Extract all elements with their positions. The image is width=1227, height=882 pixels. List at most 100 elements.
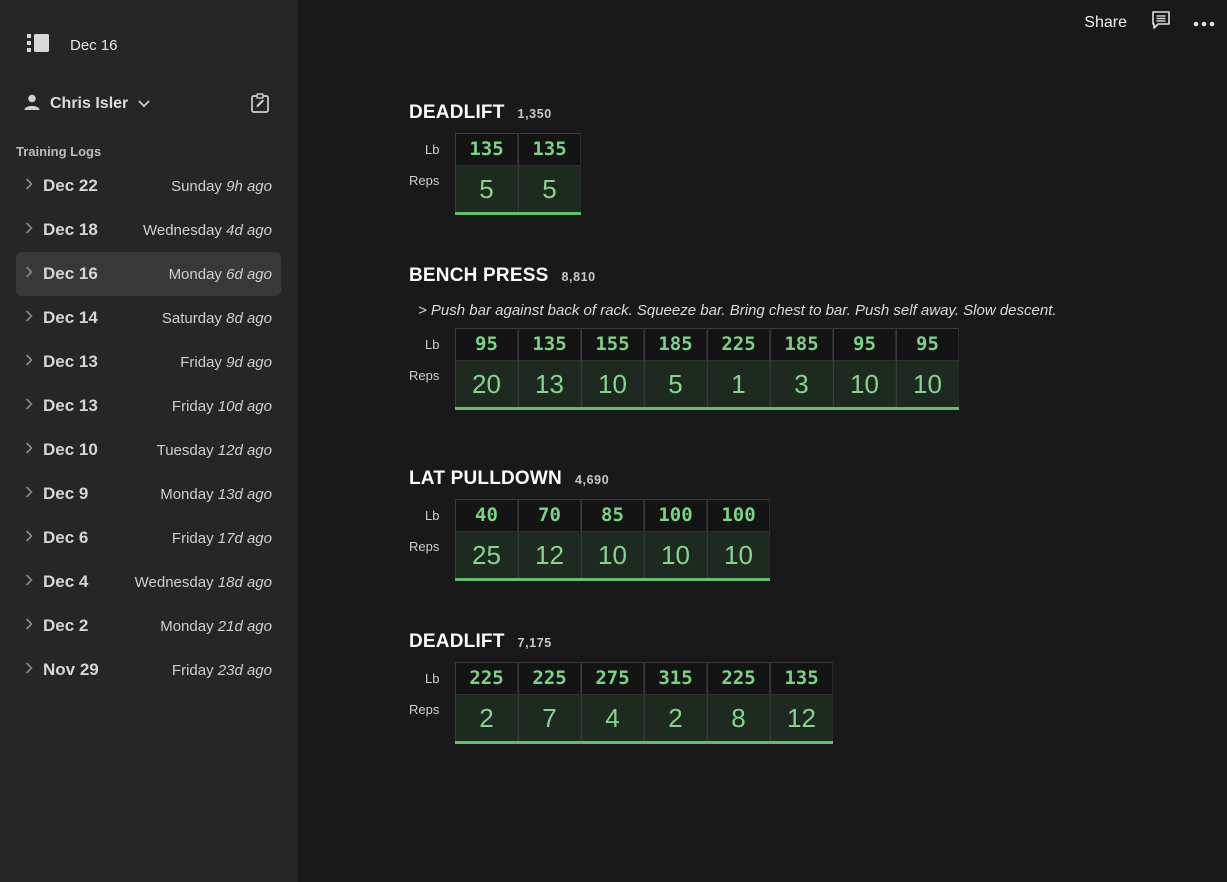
set-cell[interactable]: 275 4	[581, 662, 644, 741]
set-weight[interactable]: 225	[708, 662, 769, 695]
set-weight[interactable]: 155	[582, 328, 643, 361]
log-relative-time: Tuesday 12d ago	[157, 442, 272, 459]
sidebar-log-item[interactable]: Dec 2 Monday 21d ago	[16, 604, 281, 648]
set-reps[interactable]: 12	[519, 532, 580, 578]
set-weight[interactable]: 275	[582, 662, 643, 695]
sidebar-log-item[interactable]: Dec 18 Wednesday 4d ago	[16, 208, 281, 252]
set-weight[interactable]: 225	[456, 662, 517, 695]
set-weight[interactable]: 95	[897, 328, 958, 361]
set-reps[interactable]: 13	[519, 361, 580, 407]
set-cell[interactable]: 225 8	[707, 662, 770, 741]
set-reps[interactable]: 5	[456, 166, 517, 212]
exercise-header: DEADLIFT 7,175	[409, 631, 833, 653]
set-weight[interactable]: 95	[834, 328, 895, 361]
sidebar-log-item[interactable]: Nov 29 Friday 23d ago	[16, 648, 281, 692]
set-weight[interactable]: 100	[645, 499, 706, 532]
set-cell[interactable]: 70 12	[518, 499, 581, 578]
set-reps[interactable]: 5	[519, 166, 580, 212]
chevron-down-icon[interactable]	[138, 95, 150, 113]
set-weight[interactable]: 95	[456, 328, 517, 361]
set-cell[interactable]: 135 13	[518, 328, 581, 407]
set-weight[interactable]: 70	[519, 499, 580, 532]
exercise-note[interactable]: > Push bar against back of rack. Squeeze…	[418, 302, 1057, 319]
set-weight[interactable]: 315	[645, 662, 706, 695]
set-cell[interactable]: 95 10	[833, 328, 896, 407]
sidebar-log-item[interactable]: Dec 22 Sunday 9h ago	[16, 164, 281, 208]
log-ago: 18d ago	[217, 573, 272, 591]
sidebar-log-item[interactable]: Dec 6 Friday 17d ago	[16, 516, 281, 560]
set-cell[interactable]: 135 5	[455, 133, 518, 212]
set-weight[interactable]: 85	[582, 499, 643, 532]
log-relative-time: Wednesday 18d ago	[135, 574, 272, 591]
set-weight[interactable]: 225	[708, 328, 769, 361]
log-relative-time: Friday 10d ago	[172, 398, 272, 415]
set-reps[interactable]: 8	[708, 695, 769, 741]
set-cell[interactable]: 135 5	[518, 133, 581, 212]
set-reps[interactable]: 7	[519, 695, 580, 741]
set-cell[interactable]: 155 10	[581, 328, 644, 407]
set-reps[interactable]: 10	[897, 361, 958, 407]
sidebar-log-item[interactable]: Dec 16 Monday 6d ago	[16, 252, 281, 296]
sidebar-log-item[interactable]: Dec 13 Friday 9d ago	[16, 340, 281, 384]
sidebar-log-item[interactable]: Dec 10 Tuesday 12d ago	[16, 428, 281, 472]
set-weight[interactable]: 185	[771, 328, 832, 361]
set-reps[interactable]: 10	[582, 361, 643, 407]
exercise-name[interactable]: DEADLIFT	[409, 631, 505, 653]
set-weight[interactable]: 225	[519, 662, 580, 695]
set-reps[interactable]: 12	[771, 695, 832, 741]
set-cell[interactable]: 135 12	[770, 662, 833, 741]
sidebar-log-item[interactable]: Dec 9 Monday 13d ago	[16, 472, 281, 516]
sidebar-toggle-icon[interactable]	[26, 33, 50, 58]
set-weight[interactable]: 185	[645, 328, 706, 361]
set-reps[interactable]: 5	[645, 361, 706, 407]
set-reps[interactable]: 20	[456, 361, 517, 407]
more-options-icon[interactable]	[1193, 14, 1215, 32]
set-weight[interactable]: 100	[708, 499, 769, 532]
set-reps[interactable]: 10	[708, 532, 769, 578]
set-cell[interactable]: 315 2	[644, 662, 707, 741]
set-weight[interactable]: 135	[519, 133, 580, 166]
sidebar-log-item[interactable]: Dec 4 Wednesday 18d ago	[16, 560, 281, 604]
sidebar: Dec 16 Chris Isler Training Logs Dec 22 S…	[0, 0, 298, 882]
set-reps[interactable]: 2	[456, 695, 517, 741]
set-reps[interactable]: 10	[582, 532, 643, 578]
set-weight[interactable]: 135	[519, 328, 580, 361]
set-reps[interactable]: 2	[645, 695, 706, 741]
set-weight[interactable]: 135	[771, 662, 832, 695]
exercise-name[interactable]: DEADLIFT	[409, 102, 505, 124]
chevron-right-icon	[25, 529, 35, 547]
set-cell[interactable]: 185 5	[644, 328, 707, 407]
set-reps[interactable]: 1	[708, 361, 769, 407]
set-cell[interactable]: 100 10	[707, 499, 770, 578]
set-reps[interactable]: 10	[645, 532, 706, 578]
set-cell[interactable]: 85 10	[581, 499, 644, 578]
log-relative-time: Monday 13d ago	[160, 486, 272, 503]
user-menu[interactable]: Chris Isler	[24, 92, 274, 116]
exercise-name[interactable]: BENCH PRESS	[409, 265, 548, 287]
log-relative-time: Wednesday 4d ago	[143, 222, 272, 239]
share-button[interactable]: Share	[1084, 14, 1127, 32]
set-cell[interactable]: 225 7	[518, 662, 581, 741]
sidebar-log-item[interactable]: Dec 14 Saturday 8d ago	[16, 296, 281, 340]
set-cell[interactable]: 40 25	[455, 499, 518, 578]
set-cell[interactable]: 100 10	[644, 499, 707, 578]
set-reps[interactable]: 3	[771, 361, 832, 407]
comment-icon[interactable]	[1151, 10, 1171, 35]
set-cell[interactable]: 225 2	[455, 662, 518, 741]
set-cell[interactable]: 95 20	[455, 328, 518, 407]
set-weight[interactable]: 135	[456, 133, 517, 166]
set-reps[interactable]: 10	[834, 361, 895, 407]
exercise-total-volume: 4,690	[574, 473, 610, 487]
set-reps[interactable]: 4	[582, 695, 643, 741]
sidebar-log-item[interactable]: Dec 13 Friday 10d ago	[16, 384, 281, 428]
new-log-icon[interactable]	[250, 93, 270, 118]
user-name: Chris Isler	[50, 95, 129, 112]
set-cell[interactable]: 95 10	[896, 328, 959, 407]
log-date: Dec 22	[43, 176, 98, 195]
set-weight[interactable]: 40	[456, 499, 517, 532]
exercise-name[interactable]: LAT PULLDOWN	[409, 468, 562, 490]
set-grid: Lb Reps 40 25 70 12 85 10 100 10 100 10	[409, 499, 770, 581]
set-reps[interactable]: 25	[456, 532, 517, 578]
set-cell[interactable]: 225 1	[707, 328, 770, 407]
set-cell[interactable]: 185 3	[770, 328, 833, 407]
